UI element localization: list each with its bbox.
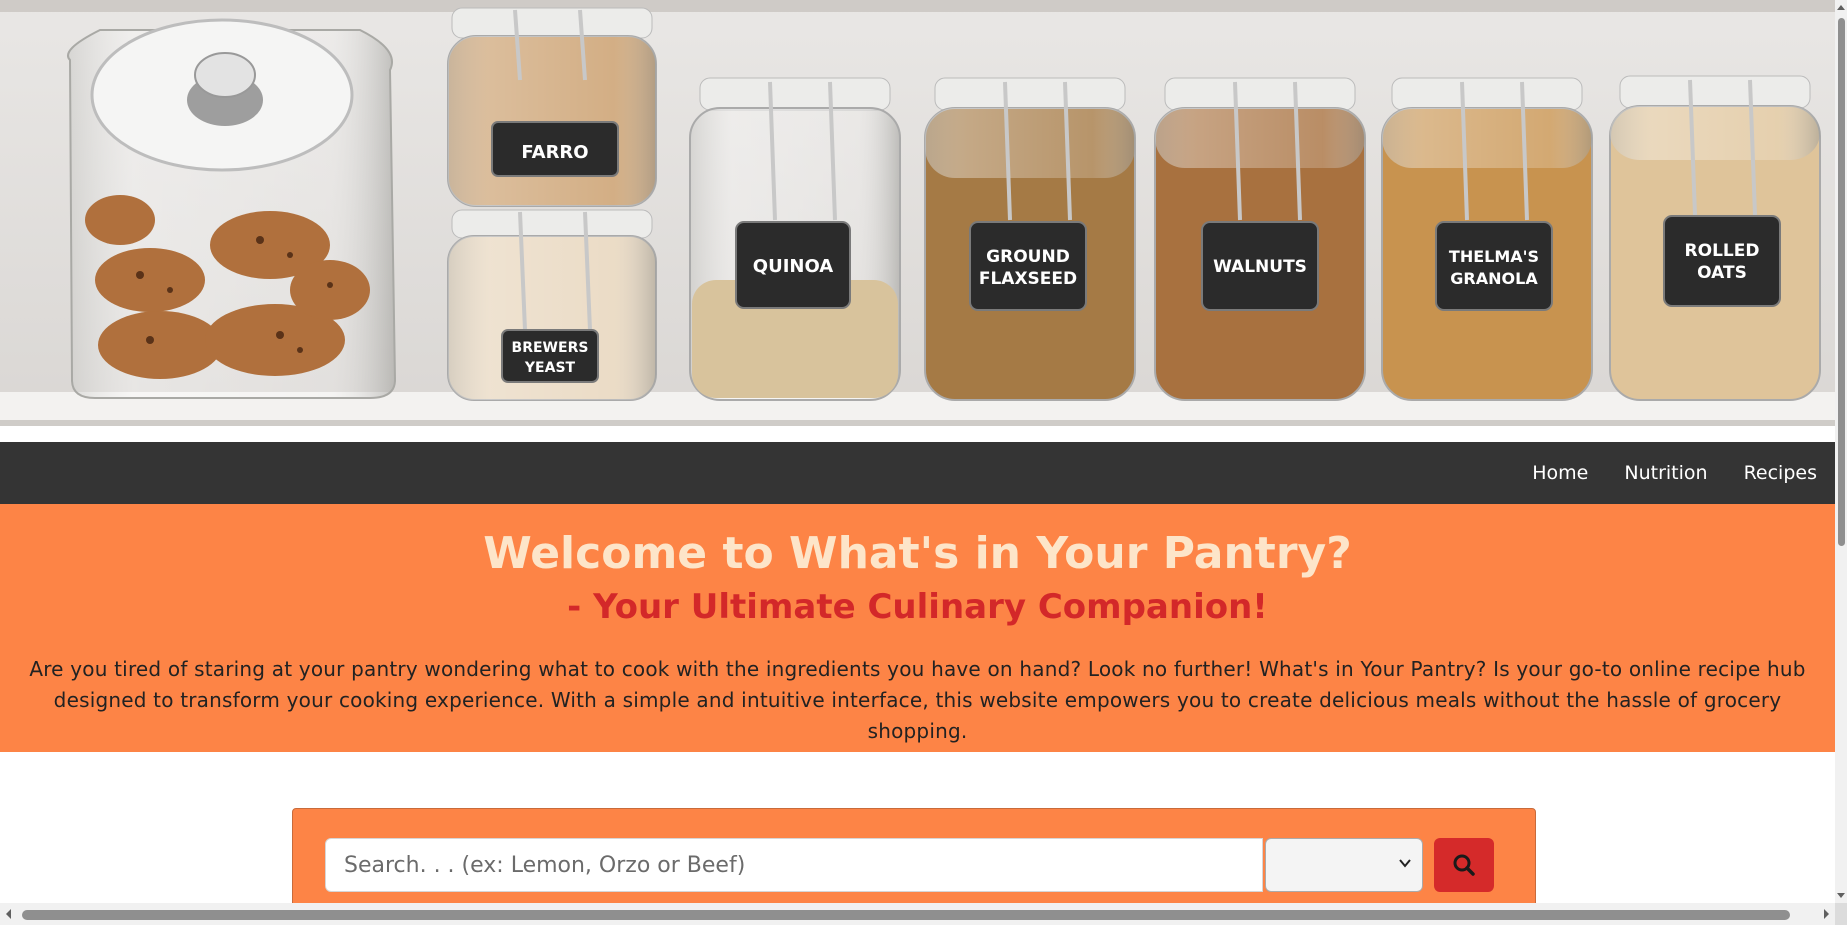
jar-label-quinoa: QUINOA (753, 256, 833, 277)
search-input[interactable] (325, 838, 1263, 892)
cookie-jar (67, 18, 397, 399)
jar-farro: FARRO (447, 7, 657, 207)
chevron-down-icon (1399, 859, 1411, 868)
search-button[interactable] (1434, 838, 1494, 892)
nav-recipes-link[interactable]: Recipes (1744, 462, 1817, 484)
filter-select[interactable] (1265, 838, 1423, 892)
horizontal-scrollbar[interactable] (0, 903, 1835, 925)
jar-label-oats: OATS (1697, 263, 1747, 283)
welcome-title: Welcome to What's in Your Pantry? (483, 528, 1352, 579)
vertical-scroll-thumb[interactable] (1838, 18, 1845, 546)
welcome-subtitle: - Your Ultimate Culinary Companion! (567, 587, 1268, 627)
scroll-left-arrow-icon[interactable] (4, 909, 14, 919)
jar-ground-flaxseed: GROUND FLAXSEED (924, 77, 1136, 401)
welcome-description: Are you tired of staring at your pantry … (29, 657, 1806, 743)
vertical-scrollbar[interactable] (1835, 0, 1847, 903)
scroll-down-arrow-icon[interactable] (1837, 891, 1845, 899)
welcome-banner: Welcome to What's in Your Pantry? - Your… (0, 504, 1835, 752)
jar-label-walnuts: WALNUTS (1213, 257, 1307, 277)
jar-label-farro: FARRO (521, 142, 588, 163)
jar-label-granola: GRANOLA (1450, 269, 1538, 288)
pantry-shelf-illustration: FARRO BREWERS YEAST QUINOA GROUND FLAXSE… (0, 0, 1835, 442)
jar-quinoa: QUINOA (689, 77, 901, 401)
nav-nutrition-link[interactable]: Nutrition (1624, 462, 1707, 484)
nav-home-link[interactable]: Home (1532, 462, 1588, 484)
jar-brewers-yeast: BREWERS YEAST (447, 209, 657, 401)
search-icon (1453, 854, 1475, 876)
page-viewport: FARRO BREWERS YEAST QUINOA GROUND FLAXSE… (0, 0, 1835, 903)
top-navbar: Home Nutrition Recipes (0, 442, 1835, 504)
hero-pantry-image: FARRO BREWERS YEAST QUINOA GROUND FLAXSE… (0, 0, 1835, 442)
scroll-right-arrow-icon[interactable] (1821, 909, 1831, 919)
jar-label-rolled: ROLLED (1685, 241, 1760, 261)
jar-label-flaxseed: FLAXSEED (979, 269, 1077, 289)
jar-thelmas-granola: THELMA'S GRANOLA (1381, 77, 1593, 401)
nav-links: Home Nutrition Recipes (1532, 442, 1817, 504)
jar-label-ground: GROUND (986, 247, 1070, 267)
jar-label-yeast: YEAST (524, 360, 576, 376)
jar-rolled-oats: ROLLED OATS (1609, 75, 1821, 401)
jar-label-brewers: BREWERS (512, 340, 589, 356)
horizontal-scroll-thumb[interactable] (22, 910, 1790, 920)
scrollbar-corner (1835, 903, 1847, 925)
jar-label-thelmas: THELMA'S (1449, 247, 1539, 266)
recipe-search-card (292, 808, 1536, 903)
jar-walnuts: WALNUTS (1154, 77, 1366, 401)
scroll-up-arrow-icon[interactable] (1837, 4, 1845, 12)
